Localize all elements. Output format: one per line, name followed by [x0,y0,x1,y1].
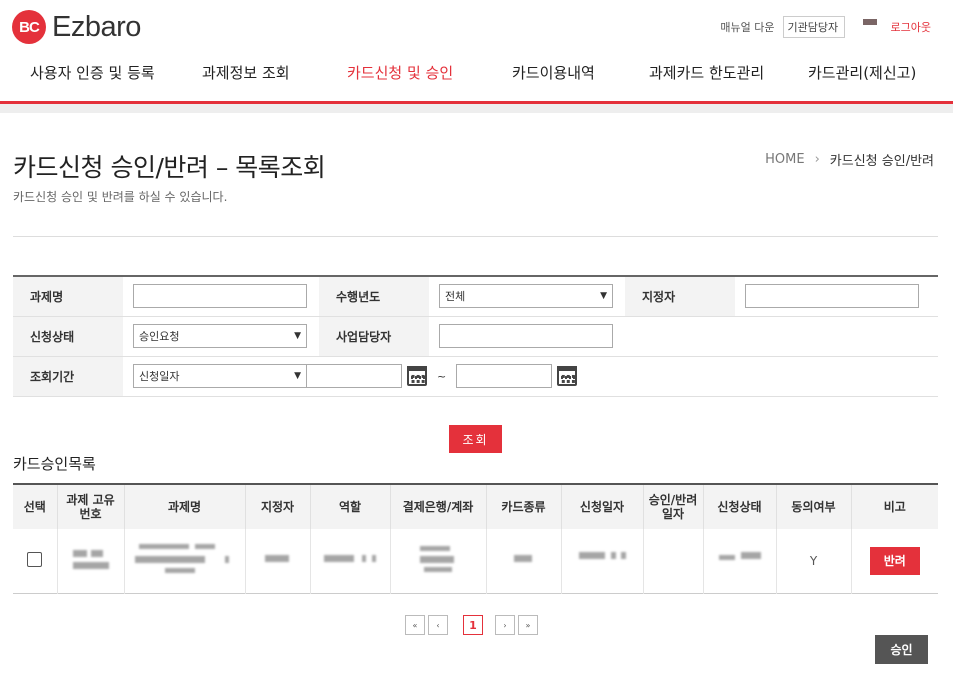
redacted-application-date [577,544,627,574]
logo-text: Ezbaro [52,10,141,43]
table-row: Y 반려 [13,529,938,593]
designee-label: 지정자 [625,276,735,317]
pagination: « ‹ 1 › » [405,615,541,635]
period-type-select[interactable]: 신청일자 ▼ [133,364,307,388]
breadcrumb-current: 카드신청 승인/반려 [829,154,934,169]
period-label: 조회기간 [13,356,123,397]
logout-link[interactable]: 로그아웃 [891,19,931,35]
breadcrumb-home[interactable]: HOME [765,152,804,167]
user-name-box: 기관담당자 [782,16,845,38]
chevron-down-icon: ▼ [600,291,607,302]
breadcrumb-separator-icon: › [814,152,820,167]
column-header: 선택 [13,484,57,529]
nav-item-project-info[interactable]: 과제정보 조회 [202,62,290,83]
page-number-current[interactable]: 1 [463,615,483,635]
year-select-value: 전체 [445,290,466,304]
search-form: 과제명 수행년도 전체 ▼ 지정자 신청상태 승인요청 ▼ 사업담당자 조회기간 신… [13,275,938,397]
date-to-input[interactable] [456,364,553,388]
column-header: 역할 [309,484,390,529]
column-header: 과제 고유 번호 [56,484,124,529]
redacted-project-id [71,544,111,574]
first-page-icon[interactable]: « [405,615,425,635]
column-header: 결제은행/계좌 [389,484,486,529]
redacted-project-name [134,544,235,574]
manager-input[interactable] [439,324,613,348]
main-nav: 사용자 인증 및 등록 과제정보 조회 카드신청 및 승인 카드이용내역 과제카… [0,62,953,86]
status-label: 신청상태 [13,316,123,357]
logo[interactable]: BC Ezbaro [12,10,141,44]
redacted-card-type [512,544,536,574]
card-approval-table: 선택 과제 고유 번호 과제명 지정자 역할 결제은행/계좌 카드종류 신청일자… [13,483,938,594]
year-label: 수행년도 [319,276,429,317]
date-from-input[interactable] [306,364,402,388]
nav-item-user-auth[interactable]: 사용자 인증 및 등록 [30,62,155,83]
project-name-input[interactable] [133,284,307,309]
utility-bar: 매뉴얼 다운 기관담당자 로그아웃 [720,16,931,38]
next-page-icon[interactable]: › [495,615,515,635]
page-title: 카드신청 승인/반려 – 목록조회 [13,153,326,182]
nav-item-card-limit[interactable]: 과제카드 한도관리 [649,62,764,83]
manual-download-link[interactable]: 매뉴얼 다운 [720,19,774,35]
column-header: 비고 [850,484,938,529]
calendar-icon[interactable]: ▪▪▪ ▪▪▪ [557,366,578,386]
reject-button[interactable]: 반려 [869,546,920,575]
date-range-tilde: ~ [437,369,447,383]
column-header: 카드종류 [485,484,561,529]
table-header-row: 선택 과제 고유 번호 과제명 지정자 역할 결제은행/계좌 카드종류 신청일자… [13,484,938,529]
column-header: 신청일자 [560,484,643,529]
breadcrumb: HOME › 카드신청 승인/반려 [765,150,934,169]
column-header: 동의여부 [775,484,851,529]
redacted-designee [263,544,293,574]
designee-input[interactable] [745,284,919,309]
redacted-role [322,544,378,574]
nav-item-card-usage[interactable]: 카드이용내역 [512,62,595,83]
calendar-icon[interactable]: ▪▪▪ ▪▪▪ [407,366,427,386]
project-name-label: 과제명 [13,276,123,317]
column-header: 승인/반려 일자 [642,484,703,529]
chevron-down-icon: ▼ [294,331,301,341]
title-divider [13,236,938,237]
row-select-checkbox[interactable] [27,551,43,567]
logo-mark: BC [12,10,46,44]
user-flag-icon [862,19,877,25]
column-header: 신청상태 [702,484,776,529]
period-type-value: 신청일자 [139,370,180,383]
manager-label: 사업담당자 [319,316,429,357]
approval-date-cell [642,529,703,593]
redacted-bank-account [418,544,458,574]
prev-page-icon[interactable]: ‹ [428,615,448,635]
year-select[interactable]: 전체 ▼ [439,284,613,309]
consent-cell: Y [775,529,851,593]
search-button[interactable]: 조회 [449,425,502,453]
page-description: 카드신청 승인 및 반려를 하실 수 있습니다. [13,190,228,204]
redacted-status [717,544,763,574]
column-header: 과제명 [123,484,245,529]
nav-item-card-application[interactable]: 카드신청 및 승인 [347,62,453,83]
column-header: 지정자 [244,484,310,529]
nav-shadow [0,104,953,113]
last-page-icon[interactable]: » [518,615,538,635]
approve-button[interactable]: 승인 [875,635,928,664]
list-title: 카드승인목록 [13,455,96,473]
nav-item-card-management[interactable]: 카드관리(제신고) [808,62,916,83]
status-select[interactable]: 승인요청 ▼ [133,324,307,348]
status-select-value: 승인요청 [139,330,180,343]
chevron-down-icon: ▼ [294,371,301,381]
